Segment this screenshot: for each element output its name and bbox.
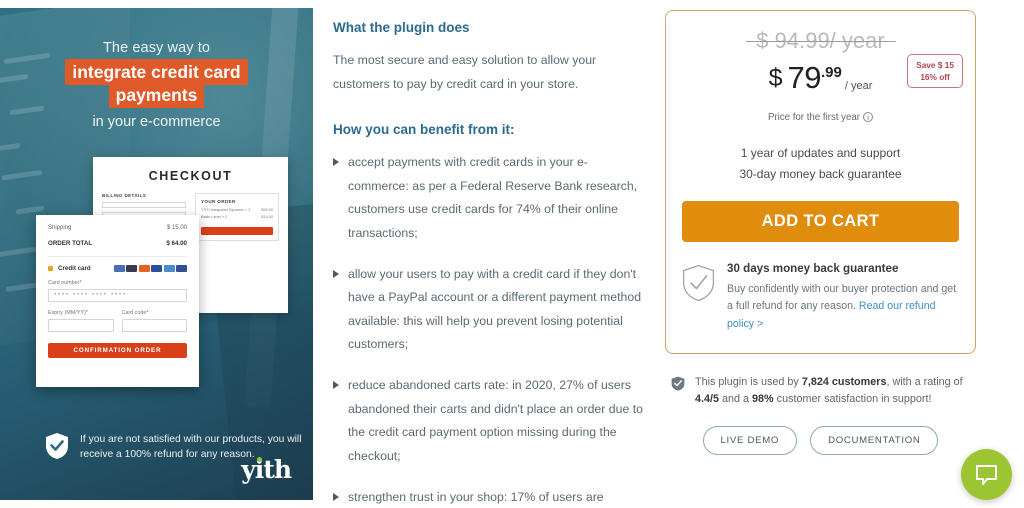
promo-highlight-wrap: integrate credit card payments: [0, 59, 313, 109]
mockup-billing-heading: BILLING DETAILS: [102, 193, 147, 198]
plugin-does-paragraph: The most secure and easy solution to all…: [333, 53, 597, 91]
secondary-buttons: LIVE DEMO DOCUMENTATION: [665, 425, 976, 455]
plan-features: 1 year of updates and support 30-day mon…: [682, 143, 959, 184]
shield-check-icon: [682, 265, 715, 302]
promo-headline: The easy way to integrate credit card pa…: [0, 40, 313, 130]
guarantee-text: Buy confidently with our buyer protectio…: [727, 283, 957, 330]
benefit-text: strengthen trust in your shop: 17% of us…: [348, 489, 604, 504]
mockup-order-item-price: $14.00: [261, 215, 273, 219]
save-badge: Save $ 15 16% off: [907, 54, 963, 89]
price-period: / year: [844, 80, 873, 92]
promo-line-1: The easy way to: [102, 40, 211, 56]
list-item: allow your users to pay with a credit ca…: [333, 263, 645, 357]
maestro-icon: [163, 265, 175, 272]
visa-icon: [113, 265, 125, 272]
mockup-shipping-label: Shipping: [48, 225, 72, 231]
yith-logo: yith: [241, 455, 292, 484]
product-page: The easy way to integrate credit card pa…: [0, 0, 1024, 508]
benefit-text: reduce abandoned carts rate: in 2020, 27…: [348, 378, 643, 463]
social-proof-stats: This plugin is used by 7,824 customers, …: [665, 374, 976, 409]
mockup-order-box: YOUR ORDER YITH Integrated Dynamic × 1 $5…: [195, 193, 279, 241]
mockup-confirm-order-button: CONFIRMATION ORDER: [48, 343, 187, 358]
mockup-order-item-name: YITH Integrated Dynamic × 1: [201, 208, 251, 212]
purchase-column: $ 94.99/ year $ 79 .99 / year Save $ 15 …: [665, 10, 976, 455]
mockup-cardcode-label: Card code*: [121, 310, 149, 316]
benefits-list: accept payments with credit cards in you…: [333, 151, 645, 508]
money-back-guarantee: 30 days money back guarantee Buy confide…: [682, 262, 959, 332]
stats-text: This plugin is used by 7,824 customers, …: [695, 375, 963, 406]
mockup-order-item-price: $50.00: [261, 208, 273, 212]
price-cents: .99: [821, 64, 842, 81]
card-brand-icons: [113, 265, 187, 272]
save-amount: Save $ 15: [916, 60, 954, 70]
current-price-row: $ 79 .99 / year Save $ 15 16% off: [682, 54, 963, 96]
mockup-total-label: ORDER TOTAL: [48, 240, 93, 247]
mockup-credit-card-option: Credit card: [48, 265, 187, 272]
live-demo-button[interactable]: LIVE DEMO: [702, 425, 798, 455]
pricing-box: $ 94.99/ year $ 79 .99 / year Save $ 15 …: [665, 10, 976, 354]
guarantee-title: 30 days money back guarantee: [727, 262, 899, 276]
list-item: strengthen trust in your shop: 17% of us…: [333, 486, 645, 508]
bullet-triangle-icon: [333, 381, 339, 390]
promo-highlight-1: integrate credit card: [65, 59, 248, 85]
mockup-credit-card-label: Credit card: [58, 265, 91, 272]
promo-line-4: in your e-commerce: [92, 114, 221, 131]
benefits-heading: How you can benefit from it:: [333, 122, 515, 138]
old-price: $ 94.99/ year: [682, 28, 959, 54]
promo-highlight-2: payments: [108, 82, 205, 109]
strikethrough-line: [745, 41, 896, 43]
shield-check-icon: [46, 433, 68, 459]
mockup-place-order-button: [201, 227, 273, 235]
mockup-total-value: $ 64.00: [166, 240, 187, 247]
plugin-does-heading: What the plugin does: [333, 20, 470, 35]
mockup-card-number-input[interactable]: **** **** **** ****: [48, 289, 187, 302]
add-to-cart-button[interactable]: ADD TO CART: [682, 201, 959, 243]
description-column: What the plugin does The most secure and…: [333, 20, 645, 508]
shield-check-filled-icon: [671, 376, 685, 391]
mockup-shipping-value: $ 15.00: [166, 225, 187, 231]
amex-icon: [126, 265, 137, 272]
benefit-text: allow your users to pay with a credit ca…: [348, 266, 642, 352]
customer-count: 7,824 customers: [801, 375, 887, 388]
mockup-card-number-label: Card number*: [48, 280, 82, 286]
mockup-expiry-input[interactable]: [48, 319, 114, 332]
mockup-checkout-title: CHECKOUT: [148, 169, 233, 183]
chat-bubble-icon: [976, 464, 997, 485]
rating-value: 4.4/5: [695, 393, 720, 406]
discover-icon: [176, 265, 187, 272]
benefit-text: accept payments with credit cards in you…: [348, 155, 638, 241]
documentation-button[interactable]: DOCUMENTATION: [810, 425, 939, 455]
price-currency: $: [768, 63, 783, 92]
bullet-triangle-icon: [333, 158, 339, 167]
feature-guarantee: 30-day money back guarantee: [739, 166, 902, 181]
mastercard-icon: [138, 265, 150, 272]
info-icon[interactable]: i: [863, 112, 874, 122]
price-amount: 79: [787, 60, 822, 95]
first-year-note: Price for the first year i: [682, 112, 959, 123]
mockup-cardcode-input[interactable]: [121, 319, 187, 332]
mockup-order-item-name: Basic t-shirt × 2: [201, 215, 228, 219]
radio-selected-icon: [48, 266, 53, 271]
visa-electron-icon: [151, 265, 162, 272]
chat-widget-button[interactable]: [961, 449, 1012, 500]
list-item: accept payments with credit cards in you…: [333, 151, 645, 245]
satisfaction-value: 98%: [752, 393, 774, 406]
list-item: reduce abandoned carts rate: in 2020, 27…: [333, 374, 645, 468]
mockup-expiry-label: Expiry (MM/YY)*: [48, 310, 88, 316]
bullet-triangle-icon: [333, 492, 339, 501]
promo-banner: The easy way to integrate credit card pa…: [0, 8, 313, 500]
save-percent: 16% off: [920, 72, 950, 83]
mockup-order-heading: YOUR ORDER: [201, 199, 236, 204]
bullet-triangle-icon: [333, 269, 339, 278]
checkout-mockup-front: Shipping $ 15.00 ORDER TOTAL $ 64.00 Cre…: [36, 215, 199, 387]
feature-updates: 1 year of updates and support: [740, 146, 901, 160]
